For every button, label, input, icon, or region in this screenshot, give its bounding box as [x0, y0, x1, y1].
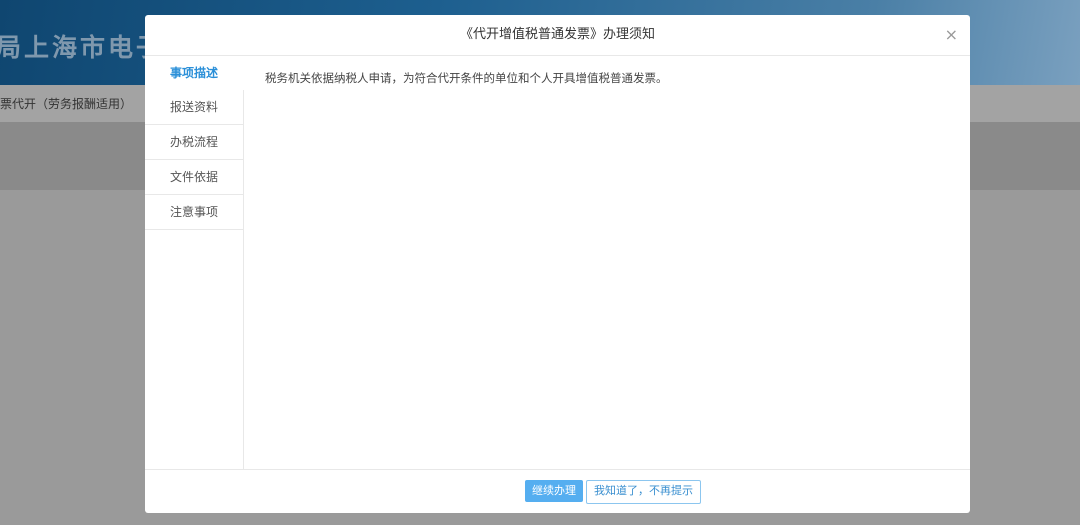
notice-dialog: 《代开增值税普通发票》办理须知 × 事项描述 报送资料 办税流程 文件依据 注意… — [145, 15, 970, 513]
tab-materials[interactable]: 报送资料 — [145, 90, 243, 125]
tab-process[interactable]: 办税流程 — [145, 125, 243, 160]
tab-documents[interactable]: 文件依据 — [145, 160, 243, 195]
continue-button[interactable]: 继续办理 — [525, 480, 583, 502]
dialog-footer: 继续办理 我知道了，不再提示 — [145, 469, 970, 513]
dialog-title: 《代开增值税普通发票》办理须知 — [145, 15, 970, 56]
close-icon[interactable]: × — [945, 25, 958, 44]
tab-content: 税务机关依据纳税人申请，为符合代开条件的单位和个人开具增值税普通发票。 — [265, 71, 668, 85]
breadcrumb-text: 票代开（劳务报酬适用） — [0, 97, 133, 111]
tab-description[interactable]: 事项描述 — [145, 56, 244, 90]
tab-list: 事项描述 报送资料 办税流程 文件依据 注意事项 — [145, 56, 244, 470]
tab-notes[interactable]: 注意事项 — [145, 195, 243, 230]
dismiss-button[interactable]: 我知道了，不再提示 — [586, 480, 701, 504]
